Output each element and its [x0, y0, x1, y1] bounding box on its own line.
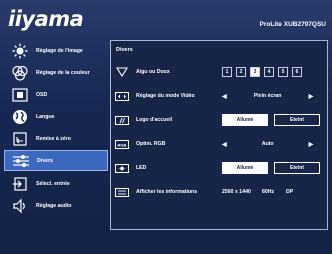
sidebar-item-label: Sélect. entrée — [36, 180, 70, 187]
sidebar-item-label: OSD — [36, 91, 48, 98]
led-label: LED — [136, 165, 147, 171]
arrow-right-icon[interactable]: ▶ — [309, 93, 314, 100]
sidebar-item-label: Langue — [36, 113, 55, 120]
sidebar-item-osd[interactable]: OSD — [4, 84, 108, 105]
brand-logo: iiyama — [8, 7, 84, 31]
logo-icon — [115, 115, 129, 125]
info-row: Afficher les informations 2560 x 1440 60… — [115, 183, 325, 201]
sidebar-item-label: Remise à zéro — [36, 135, 71, 142]
led-on-button[interactable]: Allumé — [222, 162, 268, 174]
info-refresh: 60Hz — [262, 189, 275, 195]
sidebar-item-color[interactable]: Réglage de la couleur — [4, 62, 108, 83]
video-mode-value: Plein écran — [253, 93, 282, 99]
rgb-range-value: Auto — [261, 141, 274, 147]
rgb-icon: RGB — [115, 139, 129, 149]
sharpness-level-4[interactable]: 4 — [264, 67, 274, 77]
speaker-icon — [9, 197, 31, 215]
sidebar-item-label: Réglage audio — [36, 202, 72, 209]
settings-panel: Divers Aigu ou Doux 1 2 3 4 5 6 Réglage … — [110, 40, 328, 230]
info-port: DP — [286, 189, 294, 195]
sharpness-label: Aigu ou Doux — [136, 69, 170, 75]
sharpness-levels: 1 2 3 4 5 6 — [222, 67, 306, 77]
info-resolution: 2560 x 1440 — [222, 189, 251, 195]
sharpness-icon — [115, 67, 129, 77]
sharpness-level-1[interactable]: 1 — [222, 67, 232, 77]
rgb-range-row: RGB Optim. RGB ◀ Auto ▶ — [115, 135, 325, 153]
boot-logo-row: Logo d'accueil Allumé Eteint — [115, 111, 325, 129]
sidebar-item-image-adjust[interactable]: Réglage de l'image — [4, 40, 108, 61]
sidebar-item-misc[interactable]: Divers — [4, 150, 108, 171]
settings-icon — [10, 152, 32, 170]
reset-icon — [9, 130, 31, 148]
info-label: Afficher les informations — [136, 189, 198, 195]
sidebar-item-language[interactable]: Langue — [4, 106, 108, 127]
model-name: ProLite XUB2797QSU — [259, 21, 326, 28]
video-mode-label: Réglage du mode Vidéo — [136, 93, 195, 99]
logo-off-button[interactable]: Eteint — [274, 114, 320, 126]
info-icon — [115, 187, 129, 197]
led-row: LED Allumé Eteint — [115, 159, 325, 177]
image-adjust-icon — [9, 42, 31, 60]
led-off-button[interactable]: Eteint — [274, 162, 320, 174]
sidebar-item-audio[interactable]: Réglage audio — [4, 195, 108, 216]
sharpness-level-2[interactable]: 2 — [236, 67, 246, 77]
sidebar-item-input[interactable]: Sélect. entrée — [4, 173, 108, 194]
osd-icon — [9, 86, 31, 104]
video-mode-icon — [115, 91, 129, 101]
boot-logo-label: Logo d'accueil — [136, 117, 173, 123]
sharpness-row: Aigu ou Doux 1 2 3 4 5 6 — [115, 63, 325, 81]
sidebar-item-label: Réglage de la couleur — [36, 69, 90, 76]
video-mode-row: Réglage du mode Vidéo ◀ Plein écran ▶ — [115, 87, 325, 105]
arrow-right-icon[interactable]: ▶ — [309, 141, 314, 148]
sharpness-level-5[interactable]: 5 — [278, 67, 288, 77]
color-icon — [9, 64, 31, 82]
input-icon — [9, 175, 31, 193]
sidebar-item-reset[interactable]: Remise à zéro — [4, 128, 108, 149]
sharpness-level-6[interactable]: 6 — [292, 67, 302, 77]
sharpness-level-3[interactable]: 3 — [250, 67, 260, 77]
svg-text:RGB: RGB — [118, 142, 127, 147]
rgb-range-label: Optim. RGB — [136, 141, 166, 147]
osd-menu: iiyama ProLite XUB2797QSU Réglage de l'i… — [0, 0, 332, 254]
led-icon — [115, 163, 129, 173]
sidebar-item-label: Réglage de l'image — [36, 47, 83, 54]
panel-title: Divers — [116, 47, 133, 53]
logo-on-button[interactable]: Allumé — [222, 114, 268, 126]
sidebar-item-label: Divers — [37, 157, 53, 164]
globe-icon — [9, 108, 31, 126]
